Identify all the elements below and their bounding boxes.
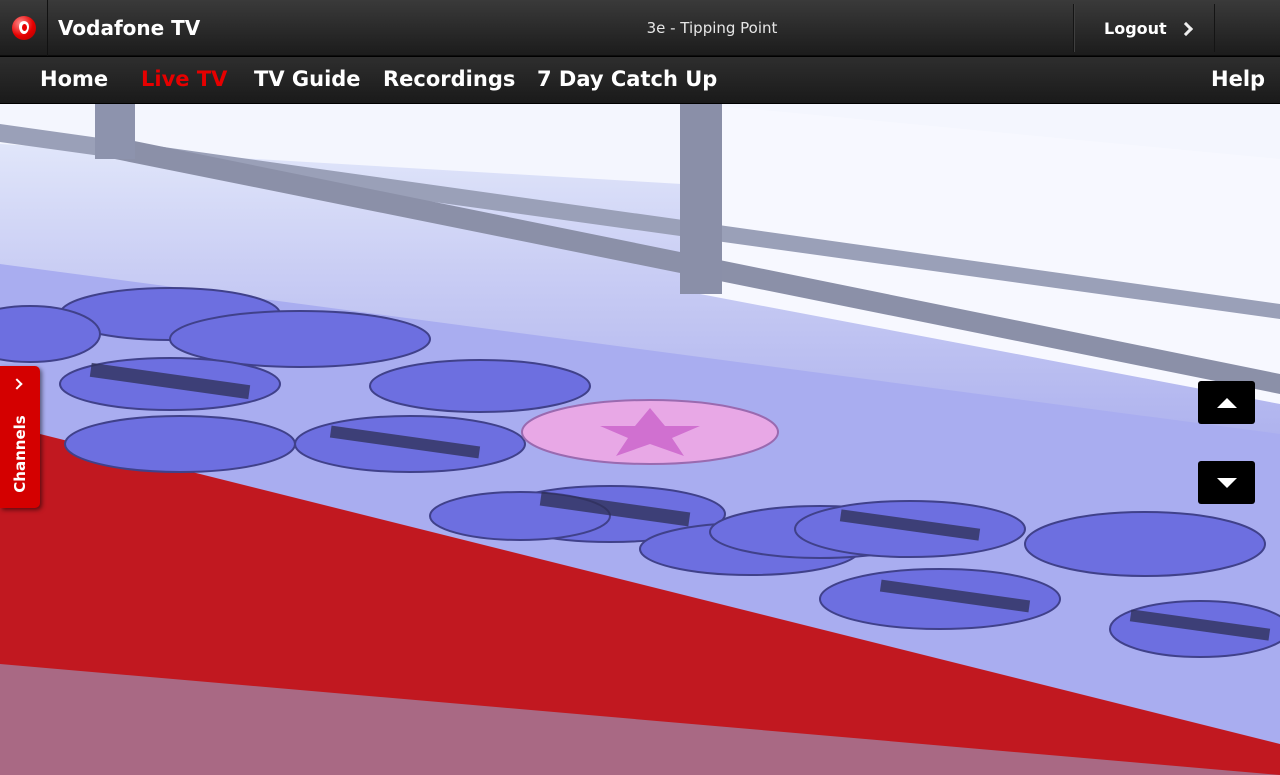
chevron-right-icon <box>1178 21 1193 36</box>
nav-item-live-tv[interactable]: Live TV <box>141 67 227 91</box>
nav-item-home[interactable]: Home <box>40 67 108 91</box>
triangle-down-icon <box>1216 477 1237 488</box>
vodafone-logo-icon <box>11 16 36 40</box>
channels-label: Channels <box>11 415 29 493</box>
logout-label: Logout <box>1104 18 1167 38</box>
now-playing-title: 3e - Tipping Point <box>646 19 778 37</box>
video-player[interactable]: Channels <box>0 104 1280 775</box>
nav-item-tv-guide[interactable]: TV Guide <box>254 67 361 91</box>
nav-item-help[interactable]: Help <box>1211 67 1265 91</box>
scroll-down-button[interactable] <box>1198 461 1255 504</box>
main-nav: Home Live TV TV Guide Recordings 7 Day C… <box>0 57 1280 104</box>
video-frame-image <box>0 104 1280 775</box>
top-bar: Vodafone TV 3e - Tipping Point Logout <box>0 0 1280 56</box>
chevron-right-icon <box>11 378 23 390</box>
app-title: Vodafone TV <box>58 16 201 40</box>
nav-item-recordings[interactable]: Recordings <box>383 67 515 91</box>
logout-button[interactable]: Logout <box>1073 4 1215 52</box>
channels-tab[interactable]: Channels <box>0 366 40 508</box>
nav-item-catch-up[interactable]: 7 Day Catch Up <box>537 67 717 91</box>
scroll-up-button[interactable] <box>1198 381 1255 424</box>
triangle-up-icon <box>1216 397 1237 408</box>
logo-cell <box>0 0 48 56</box>
